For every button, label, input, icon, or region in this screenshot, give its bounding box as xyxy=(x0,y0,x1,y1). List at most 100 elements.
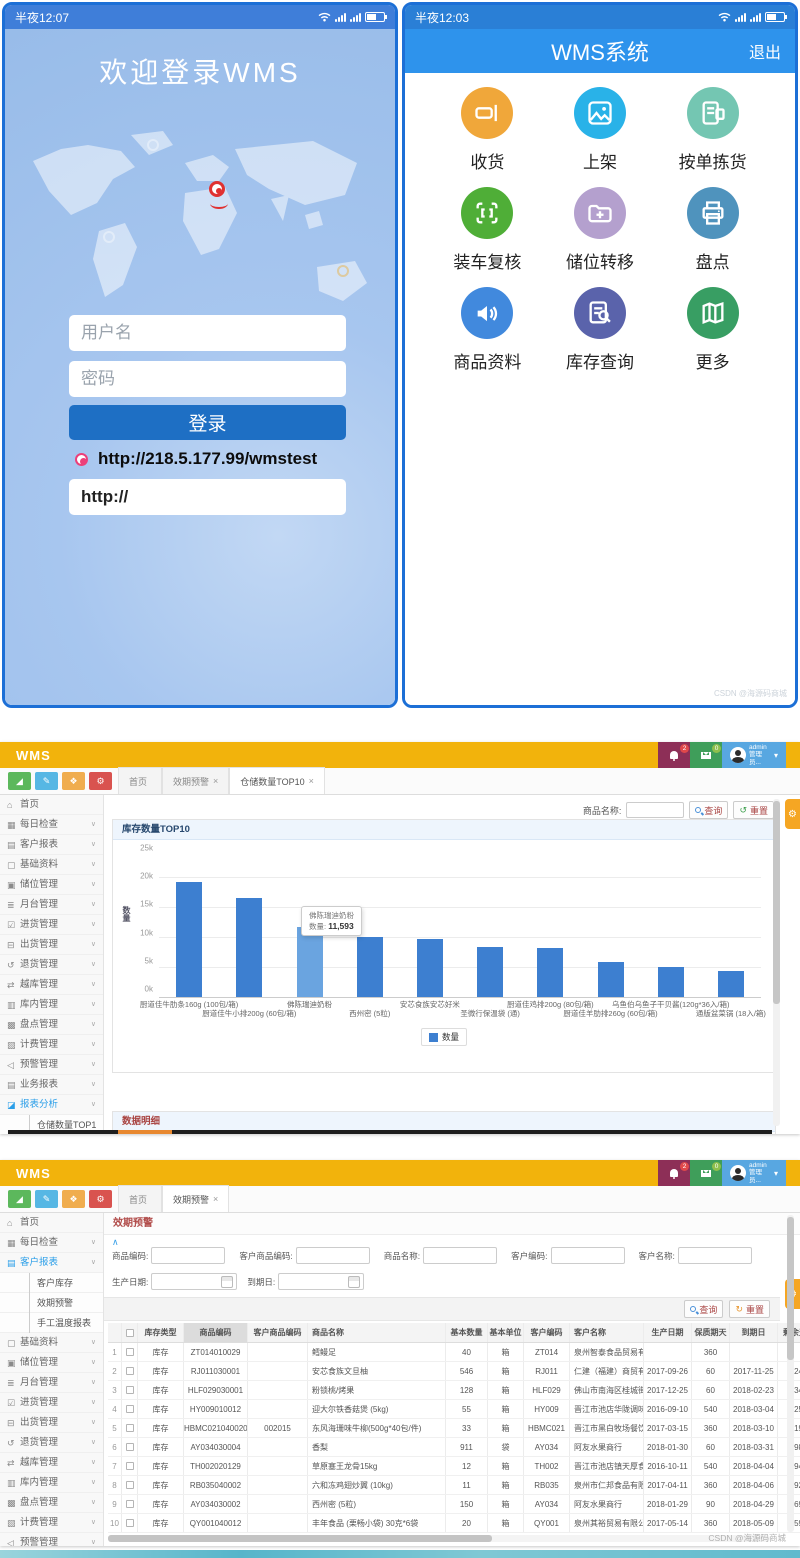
filter-input[interactable] xyxy=(678,1247,752,1264)
app-receive[interactable]: 收货 xyxy=(431,87,544,173)
table-row[interactable]: 7 库存 TH002020129 草原塞王龙骨15kg 12 箱 TH002 晋… xyxy=(108,1457,800,1476)
sidebar-item[interactable]: ▤ 客户报表 ∨ xyxy=(0,1253,103,1273)
sidebar-item[interactable]: 手工温度报表 xyxy=(0,1313,103,1333)
app-more[interactable]: 更多 xyxy=(656,287,769,373)
quick-button[interactable]: ◢ xyxy=(8,772,31,790)
chart-bar[interactable] xyxy=(477,947,503,997)
sidebar-item[interactable]: ▩ 盘点管理 ∨ xyxy=(0,1493,103,1513)
row-checkbox[interactable] xyxy=(126,1424,134,1432)
chart-bar[interactable] xyxy=(537,948,563,997)
admin-menu[interactable]: admin管理员... ▾ xyxy=(722,1160,786,1186)
quick-button[interactable]: ❖ xyxy=(62,1190,85,1208)
row-checkbox[interactable] xyxy=(126,1443,134,1451)
sidebar-item[interactable]: ▢ 基础资料 ∨ xyxy=(0,1333,103,1353)
table-row[interactable]: 10 库存 QY001040012 丰年食品 (栗畅小袋) 30克*6袋 20 … xyxy=(108,1514,800,1533)
row-checkbox[interactable] xyxy=(126,1462,134,1470)
sidebar-item[interactable]: ▢ 基础资料 ∨ xyxy=(0,855,103,875)
search-button[interactable]: 查询 xyxy=(689,801,728,819)
chart-bar[interactable] xyxy=(357,937,383,997)
sidebar-item[interactable]: ▣ 储位管理 ∨ xyxy=(0,875,103,895)
close-icon[interactable]: × xyxy=(309,776,314,786)
row-checkbox[interactable] xyxy=(126,1405,134,1413)
app-shelve[interactable]: 上架 xyxy=(544,87,657,173)
table-row[interactable]: 3 库存 HLF029030001 粉锁桃/烤果 128 箱 HLF029 佛山… xyxy=(108,1381,800,1400)
sidebar-item[interactable]: ▩ 盘点管理 ∨ xyxy=(0,1015,103,1035)
filter-input[interactable] xyxy=(551,1247,625,1264)
tab[interactable]: 首页 xyxy=(118,767,162,794)
reset-button[interactable]: ↻重置 xyxy=(729,1300,770,1318)
quick-button[interactable]: ❖ xyxy=(62,772,85,790)
notifications-button[interactable]: 2 xyxy=(658,1160,690,1186)
app-inventory-query[interactable]: 库存查询 xyxy=(544,287,657,373)
chart-bar[interactable] xyxy=(417,939,443,997)
sidebar-item[interactable]: ▧ 计费管理 ∨ xyxy=(0,1035,103,1055)
sidebar-item[interactable]: ☑ 进货管理 ∨ xyxy=(0,915,103,935)
col-product-name[interactable]: 商品名称 xyxy=(308,1323,446,1342)
app-load-check[interactable]: 装车复核 xyxy=(431,187,544,273)
chart-bar[interactable] xyxy=(598,962,624,997)
notifications-button[interactable]: 2 xyxy=(658,742,690,768)
sidebar-item[interactable]: ▧ 计费管理 ∨ xyxy=(0,1513,103,1533)
col-base-unit[interactable]: 基本单位 xyxy=(488,1323,524,1342)
chart-bar[interactable] xyxy=(176,882,202,997)
app-pick-by-order[interactable]: 按单拣货 xyxy=(656,87,769,173)
table-row[interactable]: 5 库存 HBMC0210400201 002015 东风海珊味牛柳(500g*… xyxy=(108,1419,800,1438)
calendar-icon[interactable] xyxy=(221,1276,233,1288)
chart-bar[interactable] xyxy=(658,967,684,997)
sidebar-item[interactable]: ◪ 报表分析 ∨ xyxy=(0,1095,103,1115)
horizontal-scrollbar[interactable] xyxy=(108,1535,770,1542)
logout-button[interactable]: 退出 xyxy=(749,39,781,63)
app-logo[interactable]: WMS xyxy=(16,748,51,763)
sidebar-item[interactable]: ◁ 预警管理 ∨ xyxy=(0,1533,103,1546)
admin-menu[interactable]: admin管理员... ▾ xyxy=(722,742,786,768)
row-checkbox[interactable] xyxy=(126,1348,134,1356)
row-checkbox[interactable] xyxy=(126,1367,134,1375)
chart-bar[interactable] xyxy=(718,971,744,997)
row-checkbox[interactable] xyxy=(126,1500,134,1508)
sidebar-item[interactable]: ▤ 客户报表 ∨ xyxy=(0,835,103,855)
table-row[interactable]: 9 库存 AY034030002 西州密 (5粒) 150 箱 AY034 阿友… xyxy=(108,1495,800,1514)
col-stock-type[interactable]: 库存类型 xyxy=(138,1323,184,1342)
app-product-info[interactable]: 商品资料 xyxy=(431,287,544,373)
quick-button[interactable]: ✎ xyxy=(35,772,58,790)
sidebar-item[interactable]: ⌂ 首页 xyxy=(0,1213,103,1233)
table-row[interactable]: 4 库存 HY009010012 迎大尔铁香菇煲 (5kg) 55 箱 HY00… xyxy=(108,1400,800,1419)
col-product-code[interactable]: 商品编码 xyxy=(184,1323,248,1342)
vertical-scrollbar[interactable] xyxy=(773,799,780,1126)
row-checkbox[interactable] xyxy=(126,1519,134,1527)
tab[interactable]: 效期预警× xyxy=(162,1185,229,1212)
password-input[interactable] xyxy=(69,361,346,397)
reset-button[interactable]: ↺重置 xyxy=(733,801,774,819)
col-expiry-date[interactable]: 到期日 xyxy=(730,1323,778,1342)
col-shelf-life-days[interactable]: 保质期天 xyxy=(692,1323,730,1342)
app-slot-transfer[interactable]: 储位转移 xyxy=(544,187,657,273)
table-row[interactable]: 8 库存 RB035040002 六和冻鸡翅炒翼 (10kg) 11 箱 RB0… xyxy=(108,1476,800,1495)
tab[interactable]: 效期预警× xyxy=(162,767,229,794)
sidebar-item[interactable]: ▥ 库内管理 ∨ xyxy=(0,1473,103,1493)
row-checkbox[interactable] xyxy=(126,1386,134,1394)
col-customer-name[interactable]: 客户名称 xyxy=(570,1323,644,1342)
sidebar-item[interactable]: ▦ 每日检查 ∨ xyxy=(0,815,103,835)
sidebar-item[interactable]: 效期预警 xyxy=(0,1293,103,1313)
close-icon[interactable]: × xyxy=(213,1194,218,1204)
col-base-qty[interactable]: 基本数量 xyxy=(446,1323,488,1342)
sidebar-item[interactable]: ≣ 月台管理 ∨ xyxy=(0,1373,103,1393)
sidebar-item[interactable]: ▣ 储位管理 ∨ xyxy=(0,1353,103,1373)
close-icon[interactable]: × xyxy=(213,776,218,786)
table-row[interactable]: 1 库存 ZT014010029 鳕鳗足 40 箱 ZT014 泉州智泰食品贸易… xyxy=(108,1343,800,1362)
col-customer-code[interactable]: 客户编码 xyxy=(524,1323,570,1342)
sidebar-item[interactable]: 客户库存 xyxy=(0,1273,103,1293)
theme-settings-button[interactable]: ⚙ xyxy=(785,799,800,829)
sidebar-item[interactable]: ⇄ 越库管理 ∨ xyxy=(0,975,103,995)
server-radio[interactable] xyxy=(75,453,88,466)
quick-button[interactable]: ✎ xyxy=(35,1190,58,1208)
chart-bar[interactable] xyxy=(236,898,262,997)
sidebar-item[interactable]: ▥ 库内管理 ∨ xyxy=(0,995,103,1015)
sidebar-item[interactable]: ◁ 预警管理 ∨ xyxy=(0,1055,103,1075)
calendar-icon[interactable] xyxy=(348,1276,360,1288)
product-name-input[interactable] xyxy=(626,802,684,818)
sidebar-item[interactable]: ↺ 退货管理 ∨ xyxy=(0,955,103,975)
tab[interactable]: 仓储数量TOP10× xyxy=(229,767,325,794)
chart-bar[interactable] xyxy=(297,927,323,997)
sidebar-item[interactable]: ⇄ 越库管理 ∨ xyxy=(0,1453,103,1473)
